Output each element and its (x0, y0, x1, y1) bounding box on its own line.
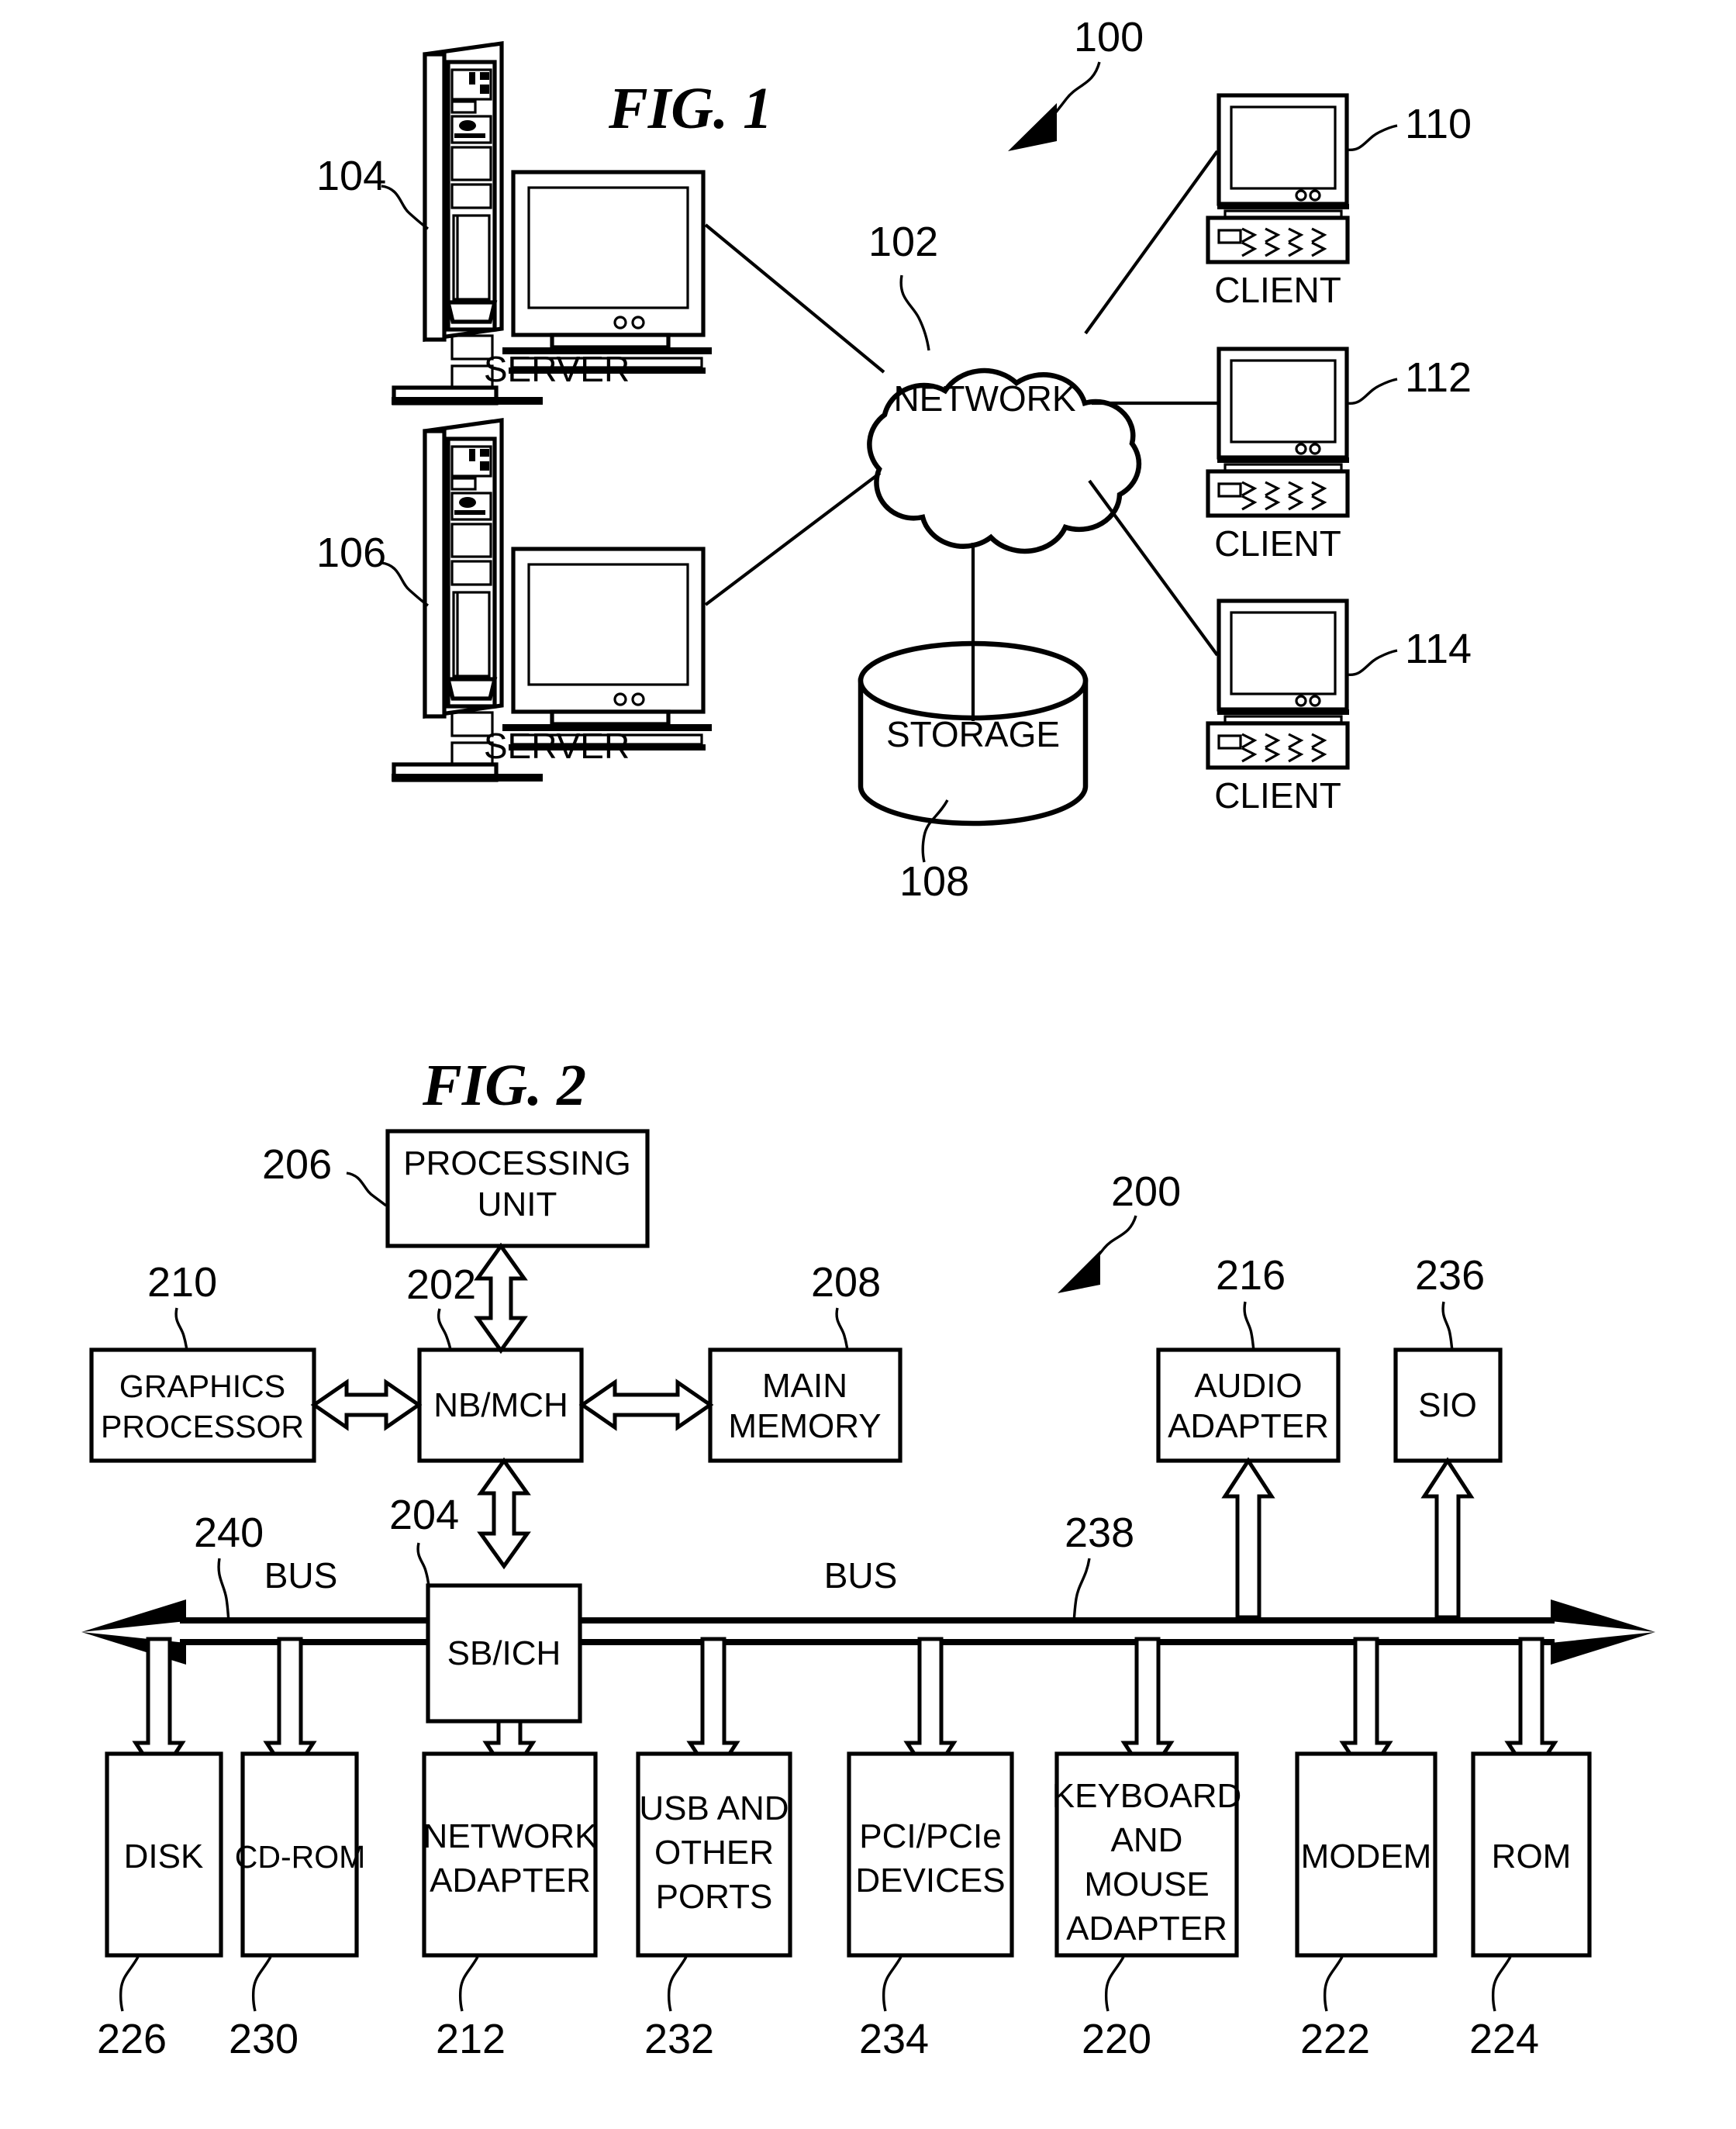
keyboard-mouse-ref: 220 (1082, 2016, 1151, 2062)
client-3-graphic (1206, 599, 1350, 770)
keyboard-mouse-label-line1: KEYBOARD (1052, 1777, 1242, 1815)
graphics-processor-ref: 210 (147, 1259, 217, 1306)
figure-2: FIG. 2 200 PROCESSING UNIT 206 NB/MCH 20… (81, 1053, 1655, 2062)
nb-mch-label: NB/MCH (433, 1386, 568, 1424)
client-3-ref: 114 (1405, 626, 1472, 672)
client-1-graphic (1206, 93, 1350, 264)
disk-ref: 226 (97, 2016, 167, 2062)
modem-ref: 222 (1300, 2016, 1370, 2062)
server-top-label: SERVER (484, 349, 630, 389)
cdrom-ref: 230 (229, 2016, 299, 2062)
usb-ports-label-line3: PORTS (656, 1878, 773, 1916)
modem-label-line1: MODEM (1301, 1837, 1432, 1875)
bus-left-ref: 240 (194, 1510, 264, 1556)
network-adapter-ref: 212 (436, 2016, 506, 2062)
audio-adapter-ref: 216 (1216, 1252, 1286, 1299)
server-bottom-label: SERVER (484, 726, 630, 766)
client-2-graphic (1206, 347, 1350, 518)
client-2-label: CLIENT (1214, 523, 1341, 564)
pci-devices-label-line2: DEVICES (855, 1862, 1005, 1900)
audio-adapter-label-line2: ADAPTER (1168, 1407, 1329, 1445)
usb-ports-ref: 232 (644, 2016, 714, 2062)
nbmch-sbich-bus-arrow (477, 1457, 531, 1570)
keyboard-mouse-label-line4: ADAPTER (1066, 1910, 1227, 1948)
network-label: NETWORK (893, 378, 1075, 419)
processing-unit-label-line1: PROCESSING (403, 1144, 630, 1182)
server-bottom-ref: 106 (316, 530, 386, 576)
main-memory-label-line1: MAIN (762, 1367, 847, 1405)
sb-ich-label: SB/ICH (447, 1634, 561, 1672)
client-1-ref: 110 (1405, 101, 1472, 147)
fig1-title: FIG. 1 (608, 76, 772, 141)
bus-right-label: BUS (824, 1555, 898, 1596)
fig2-title: FIG. 2 (422, 1053, 586, 1118)
sio-label: SIO (1418, 1386, 1477, 1424)
storage-ref: 108 (899, 858, 969, 905)
pu-nbmch-bus-arrow (474, 1242, 528, 1354)
processing-unit-label-line2: UNIT (478, 1185, 557, 1223)
audio-adapter-bus-arrow (1221, 1457, 1275, 1620)
keyboard-mouse-label-line2: AND (1111, 1821, 1183, 1859)
client-1-label: CLIENT (1214, 270, 1341, 310)
sb-ich-ref: 204 (389, 1492, 459, 1538)
pci-devices-ref: 234 (859, 2016, 929, 2062)
keyboard-mouse-label-line3: MOUSE (1084, 1865, 1209, 1903)
nb-mch-ref: 202 (406, 1261, 476, 1308)
pci-devices-label-line1: PCI/PCIe (859, 1817, 1001, 1855)
gp-nbmch-bus-arrow (310, 1379, 423, 1431)
bus-trunk (81, 1599, 1655, 1665)
rom-label-line1: ROM (1492, 1837, 1572, 1875)
patent-drawing-sheet: FIG. 1 100 SERVER 104 SERVER 106 NETWORK… (0, 0, 1736, 2129)
network-ref: 102 (868, 219, 938, 265)
disk-label-line1: DISK (124, 1837, 204, 1875)
figure-1: FIG. 1 100 SERVER 104 SERVER 106 NETWORK… (316, 14, 1472, 905)
bus-left-label: BUS (264, 1555, 338, 1596)
rom-ref: 224 (1469, 2016, 1539, 2062)
client-3-label: CLIENT (1214, 775, 1341, 816)
usb-ports-label-line2: OTHER (654, 1834, 774, 1872)
audio-adapter-label-line1: AUDIO (1194, 1367, 1302, 1405)
server-top-ref: 104 (316, 153, 386, 199)
fig1-system-ref: 100 (1074, 14, 1144, 60)
bus-right-ref: 238 (1065, 1510, 1134, 1556)
cdrom-label-line1: CD-ROM (235, 1839, 366, 1875)
sio-bus-arrow (1420, 1457, 1475, 1620)
graphics-processor-label-line2: PROCESSOR (101, 1409, 304, 1444)
graphics-processor-label-line1: GRAPHICS (119, 1368, 285, 1404)
main-memory-ref: 208 (811, 1259, 881, 1306)
main-memory-label-line2: MEMORY (728, 1407, 881, 1445)
nbmch-mm-bus-arrow (578, 1379, 714, 1431)
processing-unit-ref: 206 (262, 1141, 332, 1188)
usb-ports-label-line1: USB AND (639, 1789, 789, 1827)
network-adapter-label-line2: ADAPTER (430, 1862, 591, 1900)
fig2-system-ref: 200 (1111, 1168, 1181, 1215)
client-2-ref: 112 (1405, 354, 1472, 401)
sio-ref: 236 (1415, 1252, 1485, 1299)
network-adapter-label-line1: NETWORK (423, 1817, 598, 1855)
